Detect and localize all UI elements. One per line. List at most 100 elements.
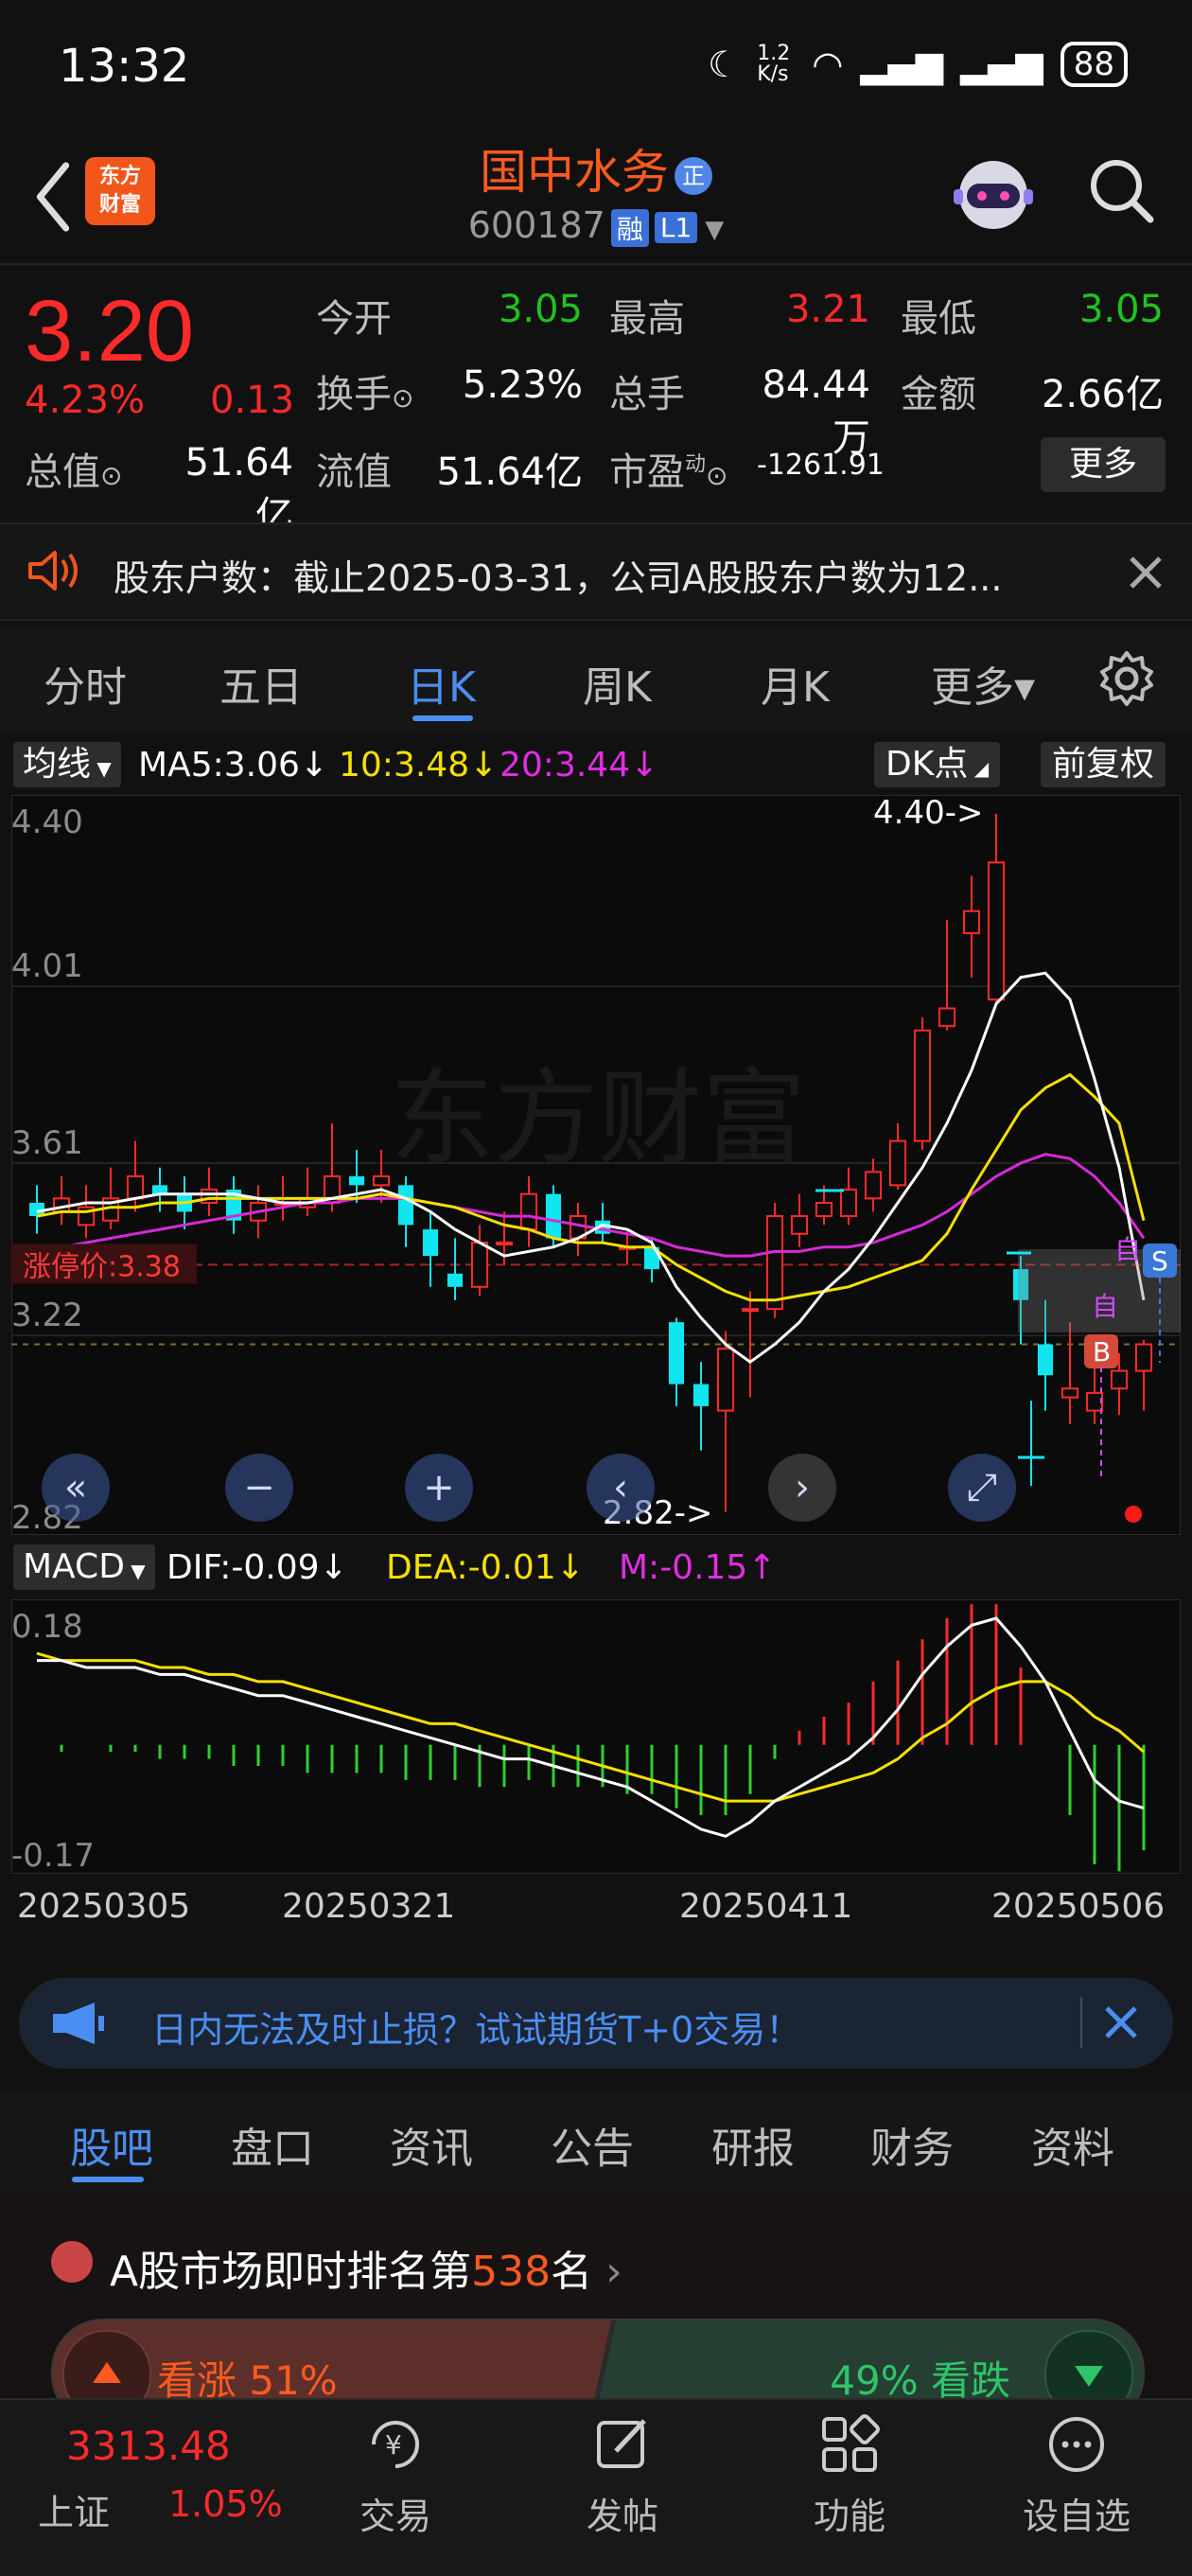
index-name[interactable]: 上证 xyxy=(38,2483,110,2535)
more-icon xyxy=(1049,2417,1104,2472)
y-tick-label: 4.40 xyxy=(11,803,83,841)
rewind-button[interactable]: « xyxy=(42,1454,110,1522)
gear-icon[interactable] xyxy=(1097,649,1156,708)
limit-price-label: 涨停价:3.38 xyxy=(23,1250,181,1283)
signal-icon: ▂▄▆ xyxy=(860,44,944,85)
info-icon: ⊙ xyxy=(392,382,414,414)
sell-marker-label: S xyxy=(1151,1245,1168,1277)
moon-icon: ☾ xyxy=(708,44,741,85)
macd-tick-label: 0.18 xyxy=(11,1608,83,1646)
tab-five-day[interactable]: 五日 xyxy=(219,653,303,714)
candle-body xyxy=(422,1229,439,1257)
tab-announcements[interactable]: 公告 xyxy=(551,2114,634,2175)
rank-prefix: A股市场即时排名第 xyxy=(110,2248,472,2296)
date-label: 20250321 xyxy=(282,1887,456,1926)
more-button[interactable]: 更多 xyxy=(1041,437,1166,492)
ad-text[interactable]: 日内无法及时止损？试试期货T+0交易！ xyxy=(151,2001,801,2053)
nav-trade[interactable]: ¥ 交易 xyxy=(320,2411,471,2539)
date-label: 20250411 xyxy=(679,1887,853,1926)
candle-body xyxy=(987,861,1006,1001)
candlestick-chart[interactable]: 东方财富 4.404.013.613.222.82 涨停价:3.384.40->… xyxy=(11,795,1181,1535)
tab-news[interactable]: 资讯 xyxy=(390,2114,473,2175)
date-label: 20250506 xyxy=(991,1887,1166,1926)
zoom-in-button[interactable]: + xyxy=(405,1454,473,1522)
candle-body xyxy=(938,1007,956,1028)
status-time: 13:32 xyxy=(59,40,190,93)
high-label: 最高 xyxy=(609,297,685,341)
market-cap-label: 总值⊙ xyxy=(25,450,123,494)
float-cap-label: 流值 xyxy=(316,450,392,494)
macd-chart[interactable]: 0.18 -0.17 xyxy=(11,1599,1181,1874)
chevron-right-icon: › xyxy=(605,2248,622,2296)
turnover-label: 换手⊙ xyxy=(316,373,414,416)
high-marker: 4.40-> xyxy=(873,795,983,832)
search-icon[interactable] xyxy=(1086,155,1158,227)
rong-tag: 融 xyxy=(610,208,649,247)
stock-name: 国中水务 xyxy=(480,145,669,200)
macd-selector[interactable]: MACD ▼ xyxy=(13,1544,155,1590)
tab-pankou[interactable]: 盘口 xyxy=(231,2114,314,2175)
pe-value: -1261.91 xyxy=(757,449,885,482)
candle-body xyxy=(716,1348,735,1412)
close-icon[interactable] xyxy=(1122,549,1169,596)
prev-button[interactable]: ‹ xyxy=(587,1454,655,1522)
fullscreen-button[interactable]: ⤢ xyxy=(948,1454,1016,1522)
candle-body xyxy=(1085,1391,1104,1412)
dk-point-button[interactable]: DK点 ◢ xyxy=(874,742,1001,787)
tab-daily-k[interactable]: 日K xyxy=(407,653,476,714)
rank-text[interactable]: A股市场即时排名第538名 › xyxy=(110,2237,622,2298)
change-amount: 0.13 xyxy=(210,379,295,422)
change-percent: 4.23% xyxy=(25,379,146,422)
candle-body xyxy=(372,1175,391,1187)
l1-tag: L1 xyxy=(654,212,698,243)
tab-weekly-k[interactable]: 周K xyxy=(583,653,652,714)
ad-divider xyxy=(1080,1997,1082,2048)
index-value[interactable]: 3313.48 xyxy=(66,2423,231,2469)
index-percent[interactable]: 1.05% xyxy=(168,2483,283,2525)
tab-monthly-k[interactable]: 月K xyxy=(761,653,830,714)
zheng-badge: 正 xyxy=(675,156,712,195)
speaker-icon xyxy=(28,551,78,591)
close-icon[interactable] xyxy=(1097,1999,1145,2046)
nav-label: 交易 xyxy=(359,2496,431,2537)
candle-body xyxy=(962,909,981,935)
y-tick-label: 4.01 xyxy=(11,947,83,985)
zoom-out-button[interactable]: − xyxy=(225,1454,293,1522)
candle-body xyxy=(1134,1343,1153,1372)
grid-icon xyxy=(822,2414,880,2472)
nav-post[interactable]: 发帖 xyxy=(547,2411,698,2539)
ma-selector[interactable]: 均线 ▼ xyxy=(13,742,121,787)
tab-more[interactable]: 更多▾ xyxy=(931,653,1035,714)
candle-body xyxy=(348,1176,365,1186)
tab-guba[interactable]: 股吧 xyxy=(70,2114,153,2175)
nav-label: 设自选 xyxy=(1022,2496,1131,2537)
high-value: 3.21 xyxy=(785,288,870,331)
tab-finance[interactable]: 财务 xyxy=(870,2114,954,2175)
adjust-button[interactable]: 前复权 xyxy=(1041,742,1166,787)
candle-body xyxy=(1110,1369,1129,1390)
nav-add-watchlist[interactable]: 设自选 xyxy=(1001,2411,1152,2539)
candle-body xyxy=(913,1029,932,1142)
info-icon: ⊙ xyxy=(100,460,123,491)
tab-intraday[interactable]: 分时 xyxy=(44,653,127,714)
volume-value: 84.44万 xyxy=(762,363,870,460)
signal-icon-2: ▂▄▆ xyxy=(960,44,1043,85)
candle-body xyxy=(470,1242,489,1288)
tab-research[interactable]: 研报 xyxy=(711,2114,795,2175)
status-icons: ☾ 1.2 K/s ◠ ▂▄▆ ▂▄▆ 88 xyxy=(708,42,1128,87)
candle-body xyxy=(1037,1344,1054,1376)
candle-body xyxy=(888,1139,907,1187)
candle-body xyxy=(692,1384,710,1406)
next-button[interactable]: › xyxy=(768,1454,836,1522)
robot-assistant-icon[interactable] xyxy=(946,151,1041,237)
nav-label: 功能 xyxy=(813,2496,885,2537)
nav-functions[interactable]: 功能 xyxy=(774,2411,925,2539)
rank-chart-icon xyxy=(51,2241,93,2283)
active-tab-indicator xyxy=(412,715,473,721)
tab-profile[interactable]: 资料 xyxy=(1031,2114,1114,2175)
notice-text[interactable]: 股东户数：截止2025-03-31，公司A股股东户数为12... xyxy=(114,549,1078,601)
battery-icon: 88 xyxy=(1060,42,1128,87)
macd-tick-label: -0.17 xyxy=(11,1837,95,1874)
open-label: 今开 xyxy=(316,297,392,341)
candle-body xyxy=(519,1192,538,1231)
